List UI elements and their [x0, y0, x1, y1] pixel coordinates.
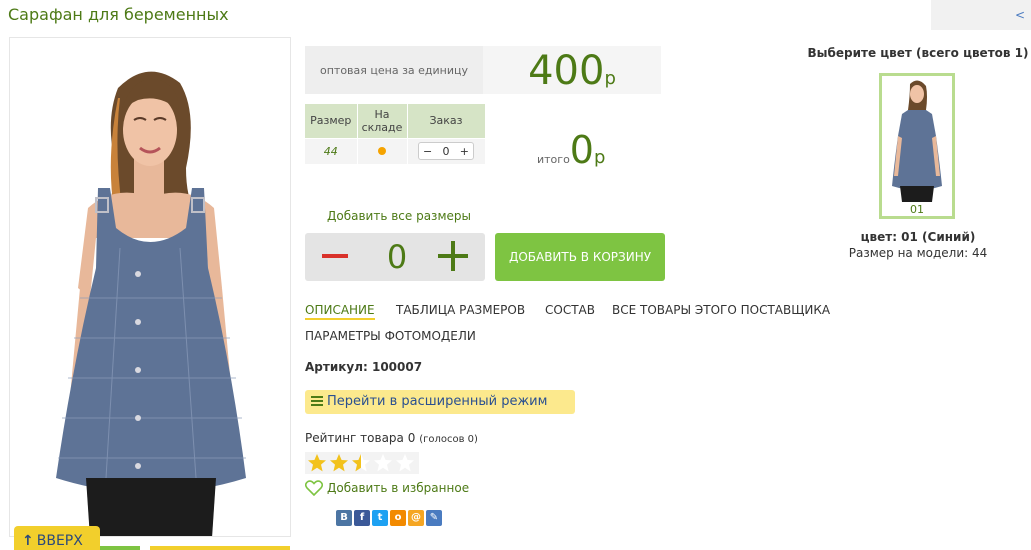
bottom-yellow-bar: [150, 546, 290, 550]
header-stock: На складе: [357, 104, 408, 138]
facebook-icon[interactable]: f: [354, 510, 370, 526]
product-photo[interactable]: [9, 37, 291, 537]
arrow-up-icon: ↑: [22, 533, 34, 549]
row-quantity-value[interactable]: 0: [443, 145, 450, 158]
rating-votes: (голосов 0): [419, 434, 478, 445]
add-to-cart-button[interactable]: ДОБАВИТЬ В КОРЗИНУ: [495, 233, 665, 281]
tab-composition[interactable]: СОСТАВ: [545, 303, 595, 317]
price-value: 400р: [483, 46, 661, 94]
add-to-favorites-link[interactable]: Добавить в избранное: [304, 480, 470, 497]
price-label: оптовая цена за единицу: [305, 46, 483, 94]
quantity-value[interactable]: 0: [377, 238, 417, 276]
star-icon[interactable]: [307, 453, 327, 473]
price-number: 400: [528, 48, 605, 94]
in-stock-dot-icon: [378, 146, 386, 155]
product-page: Сарафан для беременных < ↑ ВВЕРХ оптовая…: [0, 0, 1031, 550]
bottom-green-bar: [100, 546, 140, 550]
row-minus-button[interactable]: −: [423, 145, 432, 158]
mailru-icon[interactable]: @: [408, 510, 424, 526]
price-currency: р: [604, 68, 616, 89]
plus-button[interactable]: [438, 241, 468, 271]
tab-description[interactable]: ОПИСАНИЕ: [305, 303, 375, 320]
scroll-up-button[interactable]: ↑ ВВЕРХ: [14, 526, 100, 550]
header-order: Заказ: [407, 104, 486, 138]
rating-label: Рейтинг товара 0: [305, 431, 416, 445]
table-row: 44 − 0 +: [305, 137, 486, 164]
empty-star-icon[interactable]: [395, 453, 415, 473]
row-quantity-stepper[interactable]: − 0 +: [418, 142, 474, 161]
advanced-mode-label: Перейти в расширенный режим: [327, 394, 548, 409]
list-icon: [311, 396, 323, 407]
share-buttons: Вf t о @ ✎: [336, 505, 444, 526]
total-currency: р: [593, 147, 606, 168]
order-cell: − 0 +: [407, 137, 486, 164]
tab-model-params[interactable]: ПАРАМЕТРЫ ФОТОМОДЕЛИ: [305, 329, 476, 343]
color-code: 01: [910, 203, 924, 216]
add-all-sizes-link[interactable]: Добавить все размеры: [327, 209, 471, 223]
twitter-icon[interactable]: t: [372, 510, 388, 526]
empty-star-icon[interactable]: [373, 453, 393, 473]
tab-size-chart[interactable]: ТАБЛИЦА РАЗМЕРОВ: [396, 303, 525, 317]
order-total: итого0р: [537, 128, 605, 172]
half-star-icon[interactable]: [351, 453, 371, 473]
color-chooser-title: Выберите цвет (всего цветов 1): [807, 46, 1029, 60]
model-photo-illustration: [56, 71, 246, 536]
product-title: Сарафан для беременных: [8, 5, 229, 24]
rating-stars[interactable]: [305, 452, 419, 474]
star-icon[interactable]: [329, 453, 349, 473]
scroll-up-label: ВВЕРХ: [36, 533, 83, 549]
livejournal-icon[interactable]: ✎: [426, 510, 442, 526]
selected-color-name: цвет: 01 (Синий): [860, 230, 976, 244]
sizes-table-header: Размер На складе Заказ: [305, 104, 486, 138]
size-cell: 44: [305, 137, 358, 164]
quantity-stepper: 0: [305, 233, 485, 281]
model-size-text: Размер на модели: 44: [848, 246, 988, 260]
favorites-label: Добавить в избранное: [327, 481, 470, 495]
color-thumbnail[interactable]: 01: [879, 73, 955, 219]
rating-text: Рейтинг товара 0 (голосов 0): [305, 431, 478, 445]
stock-cell: [357, 137, 408, 164]
tab-supplier-products[interactable]: ВСЕ ТОВАРЫ ЭТОГО ПОСТАВЩИКА: [612, 303, 830, 317]
total-value: 0: [569, 128, 594, 172]
article-number: Артикул: 100007: [305, 360, 423, 374]
odnoklassniki-icon[interactable]: о: [390, 510, 406, 526]
header-size: Размер: [305, 104, 358, 138]
sizes-table: Размер На складе Заказ 44 − 0 +: [305, 104, 486, 164]
advanced-mode-button[interactable]: Перейти в расширенный режим: [305, 390, 575, 414]
color-thumb-photo: [892, 80, 942, 202]
heart-icon: [304, 480, 324, 497]
vk-icon[interactable]: В: [336, 510, 352, 526]
back-arrow-button[interactable]: <: [931, 0, 1031, 30]
total-label: итого: [537, 153, 570, 166]
row-plus-button[interactable]: +: [460, 145, 469, 158]
minus-button[interactable]: [322, 254, 348, 258]
